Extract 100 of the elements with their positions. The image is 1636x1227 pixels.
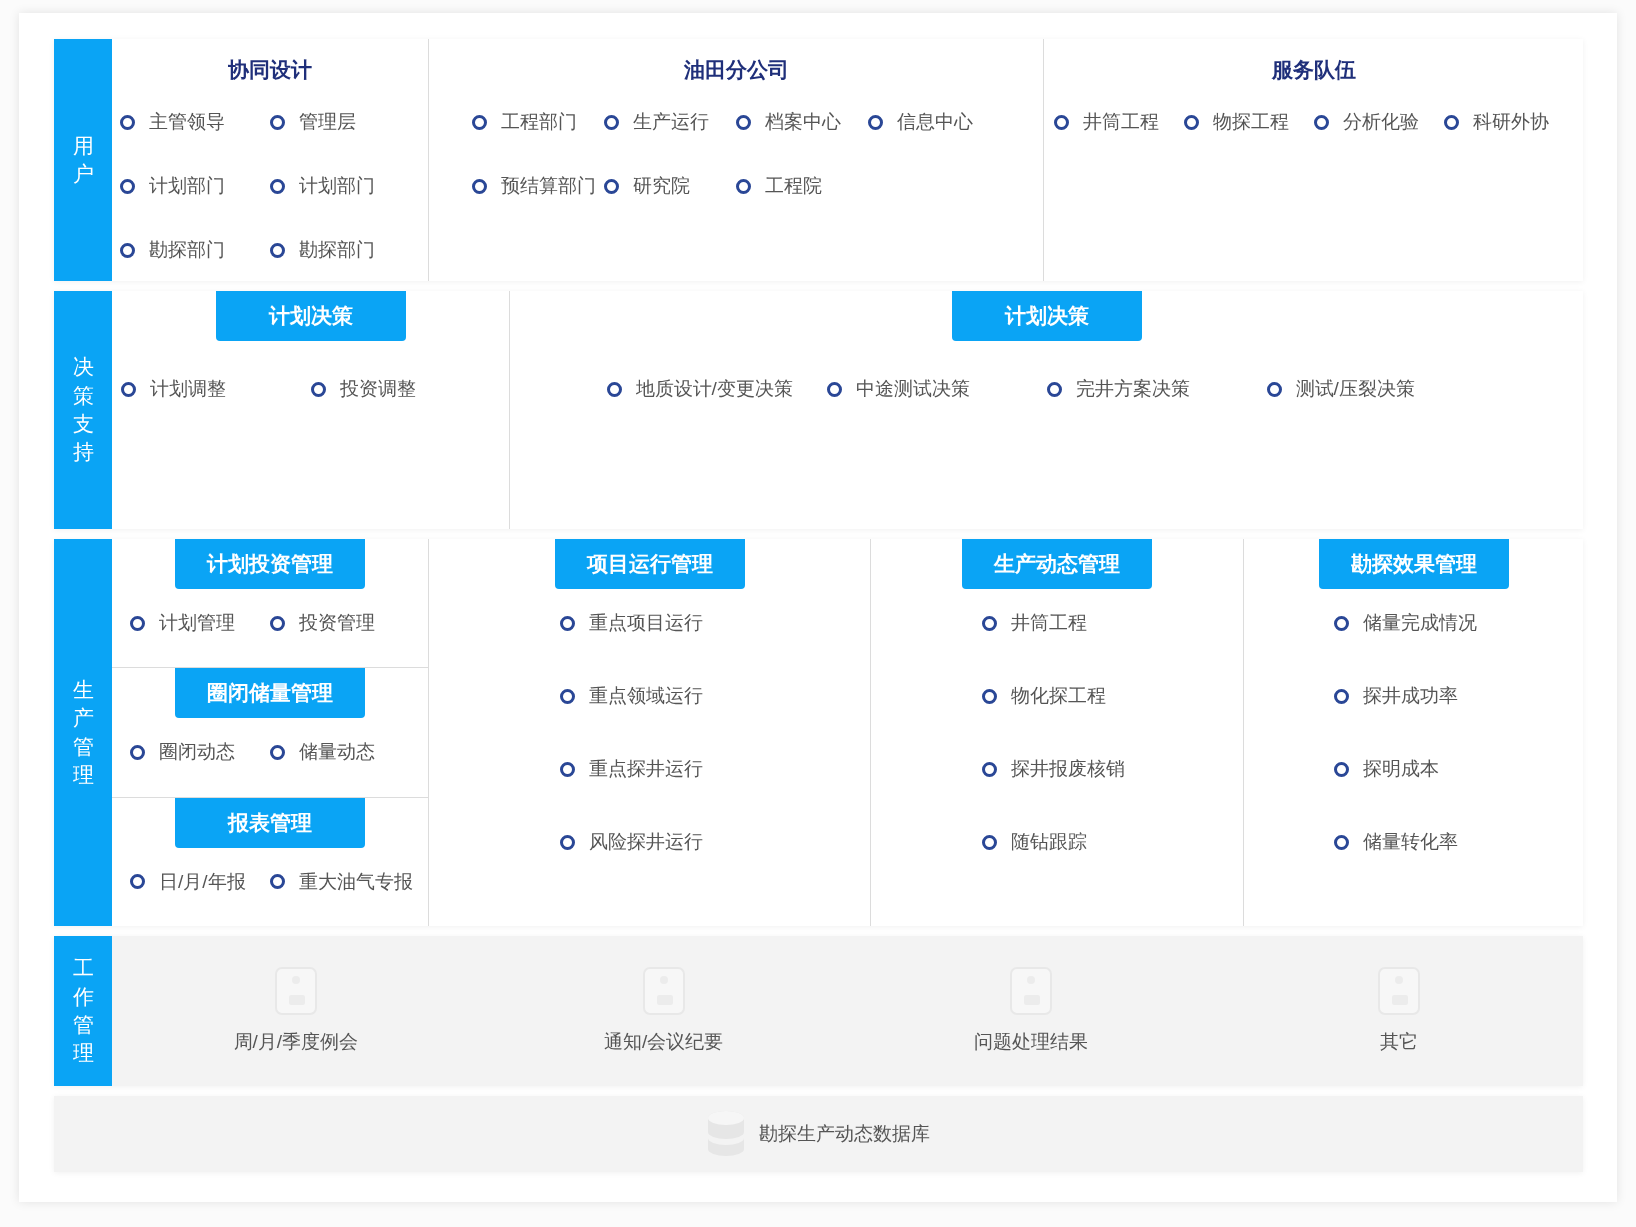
bullet-icon (868, 114, 883, 130)
item-label: 通知/会议纪要 (604, 1030, 724, 1054)
item-label: 计划部门 (149, 174, 225, 198)
bullet-icon (130, 615, 145, 631)
row-label: 决策支持 (54, 291, 112, 529)
item-label: 预结算部门 (501, 174, 596, 198)
bullet-icon (559, 761, 575, 777)
bullet-icon (1333, 834, 1349, 850)
item-label: 探井报废核销 (1011, 757, 1125, 781)
bullet-icon (604, 178, 619, 194)
item-label: 重点探井运行 (588, 757, 703, 781)
item-label: 投资调整 (339, 377, 416, 401)
bullet-icon (982, 615, 997, 631)
bullet-icon (559, 688, 575, 704)
bullet-icon (982, 761, 997, 777)
item-label: 信息中心 (897, 110, 973, 134)
bullet-icon (1443, 114, 1459, 130)
item-label: 勘探部门 (149, 238, 225, 262)
section-heading: 服务队伍 (1271, 57, 1356, 83)
item-label: 日/月/年报 (159, 869, 246, 894)
bullet-icon (472, 114, 487, 130)
item-label: 周/月/季度例会 (233, 1030, 359, 1054)
bullet-icon (130, 744, 145, 760)
bullet-icon (1333, 615, 1349, 631)
item-label: 探井成功率 (1362, 684, 1458, 708)
item-label: 中途测试决策 (855, 377, 970, 401)
bullet-icon (270, 744, 285, 760)
bullet-icon (559, 615, 575, 631)
item-label: 探明成本 (1362, 757, 1439, 781)
bullet-icon (826, 381, 842, 397)
item-label: 储量动态 (299, 740, 375, 765)
bullet-icon (472, 178, 487, 194)
bullet-icon (1333, 688, 1349, 704)
bullet-icon (130, 874, 145, 890)
item-label: 测试/压裂决策 (1295, 377, 1415, 401)
bullet-icon (736, 114, 751, 130)
bullet-icon (1266, 381, 1282, 397)
bullet-icon (120, 381, 136, 397)
item-label: 生产运行 (633, 110, 709, 134)
item-label: 储量完成情况 (1362, 611, 1477, 635)
item-label: 工程院 (765, 174, 822, 198)
item-label: 井筒工程 (1082, 110, 1159, 134)
bullet-icon (606, 381, 622, 397)
section-title: 勘探效果管理 (1318, 539, 1509, 589)
section-heading: 协同设计 (228, 57, 312, 83)
bullet-icon (270, 114, 285, 130)
section-title: 圈闭储量管理 (175, 668, 365, 719)
item-label: 圈闭动态 (159, 740, 235, 765)
item-label: 主管领导 (149, 110, 225, 134)
bullet-icon (120, 114, 135, 130)
item-label: 井筒工程 (1011, 611, 1087, 635)
bullet-icon (270, 178, 285, 194)
item-label: 物探工程 (1212, 110, 1289, 134)
item-label: 完井方案决策 (1075, 377, 1190, 401)
bullet-icon (604, 114, 619, 130)
bullet-icon (1053, 114, 1069, 130)
item-label: 风险探井运行 (588, 830, 703, 854)
bullet-icon (120, 178, 135, 194)
bullet-icon (120, 242, 135, 258)
item-label: 勘探部门 (299, 238, 375, 262)
bullet-icon (1183, 114, 1199, 130)
row-label: 生产管理 (54, 539, 112, 926)
bullet-icon (270, 874, 285, 890)
item-label: 分析化验 (1342, 110, 1419, 134)
bullet-icon (559, 834, 575, 850)
item-label: 研究院 (633, 174, 690, 198)
database-label: 勘探生产动态数据库 (759, 1122, 930, 1146)
bullet-icon (982, 688, 997, 704)
section-title: 计划决策 (215, 291, 406, 341)
item-label: 管理层 (299, 110, 356, 134)
item-label: 其它 (1380, 1030, 1419, 1054)
item-label: 计划管理 (159, 611, 235, 635)
row-label: 工作管理 (54, 936, 112, 1086)
section-heading: 油田分公司 (683, 57, 789, 83)
section-title: 计划投资管理 (175, 539, 365, 589)
item-label: 计划部门 (299, 174, 375, 198)
section-title: 报表管理 (175, 797, 365, 848)
item-label: 问题处理结果 (974, 1030, 1089, 1054)
item-label: 储量转化率 (1362, 830, 1458, 854)
item-label: 工程部门 (501, 110, 577, 134)
section-title: 计划决策 (951, 291, 1142, 341)
bullet-icon (270, 242, 285, 258)
item-label: 地质设计/变更决策 (635, 377, 793, 401)
row-label: 用户 (54, 39, 112, 281)
bullet-icon (270, 615, 285, 631)
item-label: 计划调整 (149, 377, 226, 401)
item-label: 物化探工程 (1011, 684, 1106, 708)
item-label: 重点项目运行 (588, 611, 703, 635)
bullet-icon (736, 178, 751, 194)
item-label: 科研外协 (1472, 110, 1549, 134)
item-label: 投资管理 (299, 611, 375, 635)
item-label: 档案中心 (765, 110, 841, 134)
section-title: 生产动态管理 (962, 539, 1152, 589)
bullet-icon (1333, 761, 1349, 777)
item-label: 随钻跟踪 (1011, 830, 1087, 854)
item-label: 重大油气专报 (299, 869, 413, 894)
bullet-icon (1313, 114, 1329, 130)
bullet-icon (1046, 381, 1062, 397)
section-title: 项目运行管理 (554, 539, 745, 589)
bullet-icon (982, 834, 997, 850)
